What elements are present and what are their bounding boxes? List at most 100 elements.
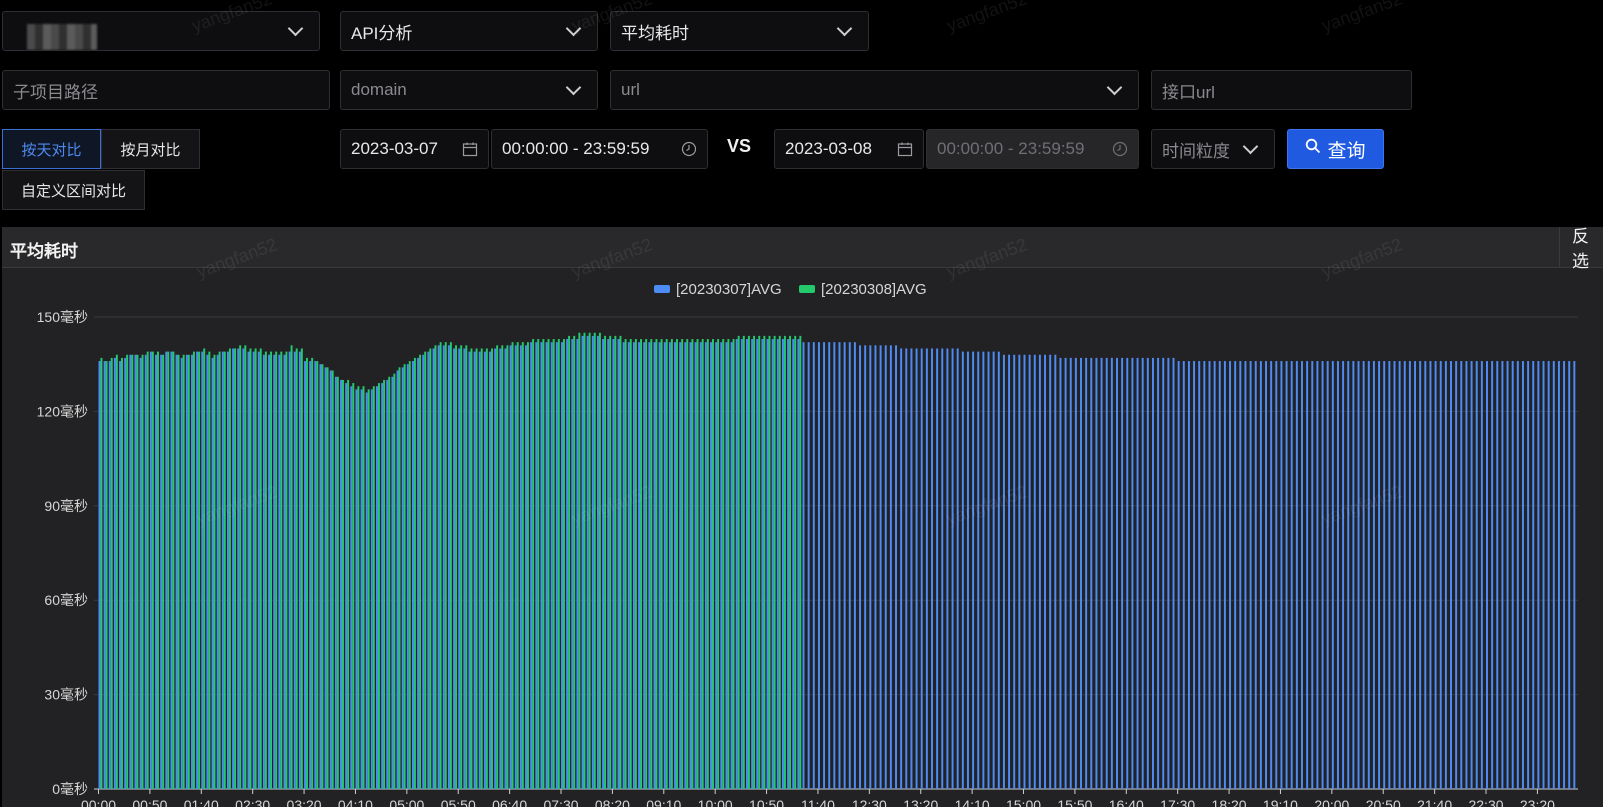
bar-series-a [992, 351, 995, 789]
granularity-select[interactable]: 时间粒度 [1151, 129, 1275, 169]
bar-series-a [340, 379, 342, 789]
url-placeholder: url [621, 80, 640, 99]
bar-series-b [706, 339, 709, 789]
y-tick-label: 30毫秒 [44, 687, 88, 703]
project-select[interactable] [2, 11, 320, 51]
bar-series-a [1265, 361, 1267, 789]
bar-series-a [1450, 361, 1452, 789]
bar-series-b [768, 335, 771, 789]
bar-series-b [270, 351, 273, 789]
bar-series-a [1537, 361, 1540, 789]
bar-series-a [381, 383, 384, 789]
bar-series-a [787, 339, 790, 789]
bar-series-b [244, 345, 247, 789]
bar-series-b [136, 354, 139, 789]
compare-by-month-button[interactable]: 按月对比 [101, 129, 200, 169]
bar-series-b [578, 332, 581, 789]
bar-series-b [300, 348, 303, 789]
bar-series-b [362, 386, 365, 789]
bar-series-a [1146, 357, 1149, 789]
bar-series-b [249, 348, 252, 789]
bar-series-b [573, 335, 576, 789]
bar-series-a [879, 345, 882, 789]
bar-series-a [411, 361, 414, 789]
bar-series-a [319, 364, 322, 789]
bar-series-a [1311, 361, 1314, 789]
bar-series-b [506, 345, 509, 789]
bar-series-a [1008, 354, 1011, 789]
bar-series-a [376, 386, 378, 789]
domain-select[interactable]: domain [340, 70, 598, 110]
bar-series-a [139, 357, 142, 789]
time-range-b-value: 00:00:00 - 23:59:59 [937, 139, 1085, 158]
bar-series-a [262, 354, 265, 789]
date-a-picker[interactable]: 2023-03-07 [340, 129, 489, 169]
bar-series-a [602, 339, 605, 789]
x-tick-label: 06:40 [492, 797, 527, 807]
query-button[interactable]: 查询 [1287, 129, 1384, 169]
metric-select[interactable]: 平均耗时 [610, 11, 869, 51]
bar-series-a [710, 342, 712, 789]
bar-series-a [113, 357, 116, 789]
bar-series-b [727, 339, 730, 789]
bar-series-a [1403, 361, 1406, 789]
analysis-type-select[interactable]: API分析 [340, 11, 598, 51]
api-url-input[interactable]: 接口url [1151, 70, 1412, 110]
bar-series-a [612, 339, 615, 789]
url-select[interactable]: url [610, 70, 1139, 110]
bar-series-a [1506, 361, 1509, 789]
bar-series-a [941, 348, 944, 789]
bar-series-b [604, 335, 607, 789]
bar-series-b [177, 354, 180, 789]
chevron-down-icon [287, 20, 304, 36]
bar-series-b [634, 339, 637, 789]
x-tick-label: 15:00 [1006, 797, 1041, 807]
bar-series-a [545, 342, 548, 789]
bar-series-a [1116, 357, 1118, 789]
bar-series-a [401, 367, 404, 789]
bar-series-a [221, 351, 224, 789]
bar-series-a [1429, 361, 1432, 789]
invert-selection-button[interactable]: 反选 [1559, 227, 1603, 271]
bar-series-a [1521, 361, 1524, 789]
bar-series-a [987, 351, 990, 789]
bar-series-a [525, 345, 527, 789]
bar-series-b [347, 379, 350, 789]
bar-series-a [370, 389, 373, 789]
api-url-placeholder: 接口url [1162, 82, 1215, 102]
bar-series-a [1480, 361, 1483, 789]
bar-series-a [843, 342, 846, 789]
bar-series-a [396, 370, 399, 789]
bar-series-b [326, 367, 329, 789]
bar-series-b [568, 335, 571, 789]
bar-series-a [807, 342, 810, 789]
bar-series-a [391, 376, 394, 789]
bar-series-a [1347, 361, 1350, 789]
bar-series-b [460, 345, 463, 789]
bar-series-a [314, 361, 317, 789]
bar-series-a [252, 351, 255, 789]
bar-series-b [711, 339, 714, 789]
bar-series-b [717, 339, 720, 789]
date-b-picker[interactable]: 2023-03-08 [774, 129, 924, 169]
bar-series-a [746, 339, 748, 789]
bar-series-b [341, 379, 344, 789]
compare-custom-range-button[interactable]: 自定义区间对比 [2, 170, 145, 210]
compare-by-day-button[interactable]: 按天对比 [2, 129, 101, 169]
bar-series-a [427, 351, 430, 789]
bar-series-a [699, 342, 702, 789]
legend-label: [20230307]AVG [676, 281, 782, 298]
bar-series-a [1342, 361, 1345, 789]
time-range-a-picker[interactable]: 00:00:00 - 23:59:59 [491, 129, 708, 169]
bar-series-b [424, 351, 427, 789]
bar-series-a [242, 348, 245, 789]
bar-series-a [550, 342, 553, 789]
bar-series-a [417, 357, 420, 789]
bar-series-b [593, 332, 596, 789]
chart-panel-title: 平均耗时 [10, 242, 78, 261]
bar-series-a [1085, 357, 1088, 789]
bar-series-b [480, 348, 483, 789]
subproject-path-input[interactable]: 子项目路径 [2, 70, 330, 110]
bar-series-a [1424, 361, 1427, 789]
x-tick-label: 17:30 [1160, 797, 1195, 807]
